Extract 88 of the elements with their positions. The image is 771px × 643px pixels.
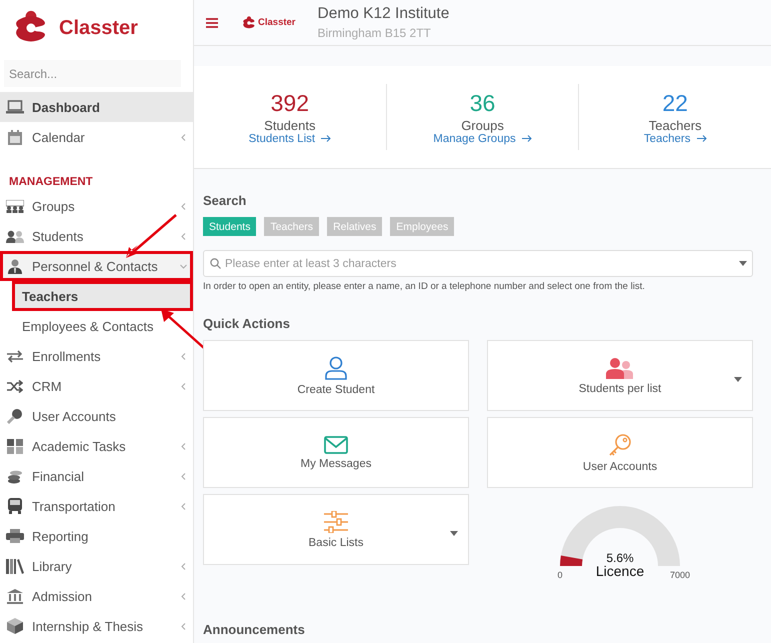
coins-icon xyxy=(8,468,22,484)
bank-icon xyxy=(7,588,23,604)
chevron-left-icon xyxy=(180,622,187,630)
stat-link[interactable]: Manage Groups xyxy=(433,132,516,144)
users-icon xyxy=(6,230,24,242)
menu-icon[interactable] xyxy=(206,18,218,28)
section-title: Announcements xyxy=(203,622,306,637)
chevron-down-icon xyxy=(180,262,187,270)
calendar-icon xyxy=(8,130,22,144)
menu-item[interactable]: Enrollments xyxy=(0,341,193,371)
annotation-arrow xyxy=(126,213,178,259)
chevron-left-icon xyxy=(180,592,187,600)
shuffle-icon xyxy=(7,380,23,392)
menu-item[interactable]: Reporting xyxy=(0,521,193,551)
stat-number: 392 xyxy=(270,90,310,116)
search-field[interactable]: Search... xyxy=(4,60,181,87)
section-title: Search xyxy=(203,193,248,208)
menu-item[interactable]: Groups xyxy=(0,191,193,221)
quick-action-tile[interactable]: Students per list xyxy=(487,340,753,411)
menu-item[interactable]: Admission xyxy=(0,581,193,611)
logo-icon xyxy=(242,16,256,30)
stat-number: 36 xyxy=(470,90,496,116)
stat-link[interactable]: Teachers xyxy=(644,132,691,144)
search-icon xyxy=(210,258,221,269)
quick-action-tile[interactable]: Basic Lists xyxy=(203,494,469,565)
submenu-item[interactable]: Teachers xyxy=(12,281,193,311)
box-icon xyxy=(7,618,23,634)
arrow-right-icon xyxy=(522,135,532,142)
quick-action-tile[interactable]: My Messages xyxy=(203,417,469,488)
menu-item[interactable]: Dashboard xyxy=(0,92,193,122)
chevron-left-icon xyxy=(180,232,187,240)
caret-icon xyxy=(739,261,747,266)
user-tie-icon xyxy=(8,258,22,274)
menu-item[interactable]: Academic Tasks xyxy=(0,431,193,461)
logo-text: Classter xyxy=(59,16,138,40)
gauge-min: 0 xyxy=(558,570,562,580)
caret-icon[interactable] xyxy=(734,377,742,382)
chevron-left-icon xyxy=(180,562,187,570)
arrow-right-icon xyxy=(321,135,332,142)
menu-item[interactable]: Library xyxy=(0,551,193,581)
menu-item[interactable]: User Accounts xyxy=(0,401,193,431)
quick-action-tile[interactable]: User Accounts xyxy=(487,417,753,488)
key-icon xyxy=(608,432,632,456)
grid-icon xyxy=(7,438,23,454)
chevron-left-icon xyxy=(180,202,187,210)
stat-number: 22 xyxy=(662,90,688,116)
menu-item[interactable]: Personnel & Contacts xyxy=(0,251,193,281)
gauge-reading: 5.6% xyxy=(606,551,634,565)
gauge-max: 7000 xyxy=(670,570,690,580)
section-heading: MANAGEMENT xyxy=(8,175,94,190)
arrow-right-icon xyxy=(696,135,707,142)
menu-item[interactable]: Internship & Thesis xyxy=(0,611,193,641)
caret-icon[interactable] xyxy=(450,531,458,536)
menu-item[interactable]: Calendar xyxy=(0,122,193,152)
arrows-icon xyxy=(7,350,23,362)
user-icon xyxy=(325,356,347,380)
key-icon xyxy=(7,408,23,424)
users-icon xyxy=(605,356,635,378)
chevron-left-icon xyxy=(180,442,187,450)
group-icon xyxy=(6,200,24,212)
institute-name: Demo K12 Institute xyxy=(318,5,450,23)
menu-item[interactable]: CRM xyxy=(0,371,193,401)
laptop-icon xyxy=(6,100,24,114)
envelope-icon xyxy=(324,436,348,454)
books-icon xyxy=(6,558,24,574)
menu-item[interactable]: Financial xyxy=(0,461,193,491)
chevron-left-icon xyxy=(180,352,187,360)
search-field[interactable]: Please enter at least 3 characters xyxy=(203,250,753,277)
help-text: In order to open an entity, please enter a name, an ID or a telephone number and select one from the list. xyxy=(203,281,646,292)
chevron-left-icon xyxy=(180,502,187,510)
menu-item[interactable]: Transportation xyxy=(0,491,193,521)
chevron-left-icon xyxy=(180,382,187,390)
submenu-item[interactable]: Employees & Contacts xyxy=(0,311,193,341)
institute-address: Birmingham B15 2TT xyxy=(318,26,432,40)
chevron-left-icon xyxy=(180,134,187,140)
section-title: Quick Actions xyxy=(203,316,291,331)
menu-item[interactable]: Students xyxy=(0,221,193,251)
stat-link[interactable]: Students List xyxy=(248,132,316,144)
quick-action-tile[interactable]: Create Student xyxy=(203,340,469,411)
logo-text: Classter xyxy=(258,17,296,28)
sliders-icon xyxy=(324,510,348,532)
stat-label: Teachers xyxy=(648,118,702,132)
bus-icon xyxy=(7,498,23,514)
chevron-left-icon xyxy=(180,472,187,480)
printer-icon xyxy=(6,529,24,543)
gauge-label: Licence xyxy=(596,563,644,579)
stat-label: Students xyxy=(264,118,316,132)
stat-label: Groups xyxy=(461,118,504,132)
